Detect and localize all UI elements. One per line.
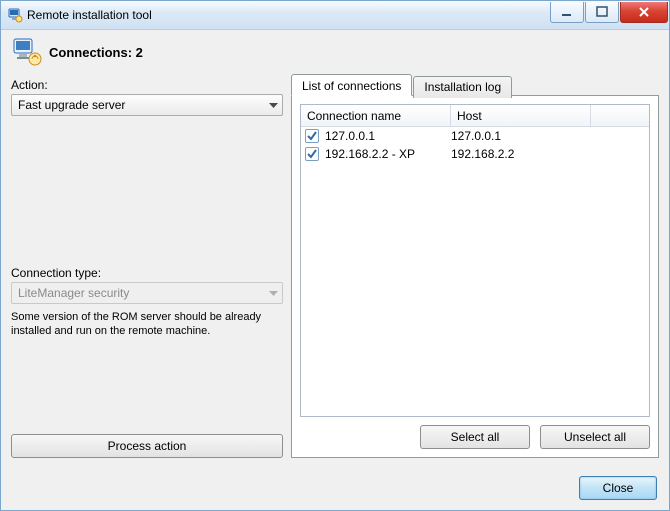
tabstrip: List of connections Installation log	[291, 74, 659, 96]
chevron-down-icon	[269, 98, 278, 112]
connection-host: 192.168.2.2	[451, 147, 591, 161]
button-label: Unselect all	[564, 430, 626, 444]
checkbox-icon[interactable]	[305, 147, 319, 161]
tab-installation-log[interactable]: Installation log	[413, 76, 512, 98]
connection-type-value: LiteManager security	[18, 286, 129, 300]
list-item[interactable]: 192.168.2.2 - XP 192.168.2.2	[301, 145, 649, 163]
close-button[interactable]: Close	[579, 476, 657, 500]
select-all-button[interactable]: Select all	[420, 425, 530, 449]
connection-type-label: Connection type:	[11, 266, 283, 280]
help-text: Some version of the ROM server should be…	[11, 310, 283, 338]
window-close-button[interactable]	[620, 2, 668, 23]
process-action-label: Process action	[108, 439, 187, 453]
list-item[interactable]: 127.0.0.1 127.0.0.1	[301, 127, 649, 145]
app-icon	[7, 7, 23, 23]
connection-name: 192.168.2.2 - XP	[325, 147, 451, 161]
connections-count-label: Connections: 2	[49, 45, 143, 60]
button-label: Select all	[451, 430, 500, 444]
chevron-down-icon	[269, 286, 278, 300]
column-connection-name[interactable]: Connection name	[301, 105, 451, 126]
connections-listview[interactable]: Connection name Host 127.0.0.1 127.0.0.1	[300, 104, 650, 417]
window-title: Remote installation tool	[27, 8, 550, 22]
column-host[interactable]: Host	[451, 105, 591, 126]
action-dropdown-value: Fast upgrade server	[18, 98, 125, 112]
process-action-button[interactable]: Process action	[11, 434, 283, 458]
left-panel: Action: Fast upgrade server Connection t…	[11, 74, 291, 458]
action-dropdown[interactable]: Fast upgrade server	[11, 94, 283, 116]
connection-host: 127.0.0.1	[451, 129, 591, 143]
unselect-all-button[interactable]: Unselect all	[540, 425, 650, 449]
minimize-button[interactable]	[550, 2, 584, 23]
maximize-button[interactable]	[585, 2, 619, 23]
listview-header: Connection name Host	[301, 105, 649, 127]
tab-label: List of connections	[302, 79, 401, 93]
tab-list-of-connections[interactable]: List of connections	[291, 74, 412, 96]
action-label: Action:	[11, 78, 283, 92]
button-label: Close	[603, 481, 634, 495]
connection-type-dropdown: LiteManager security	[11, 282, 283, 304]
tab-page: Connection name Host 127.0.0.1 127.0.0.1	[291, 95, 659, 458]
tab-label: Installation log	[424, 80, 501, 94]
connection-name: 127.0.0.1	[325, 129, 451, 143]
titlebar[interactable]: Remote installation tool	[1, 1, 669, 30]
header: Connections: 2	[1, 30, 669, 76]
column-spacer	[591, 105, 649, 126]
connections-icon	[11, 36, 43, 68]
checkbox-icon[interactable]	[305, 129, 319, 143]
